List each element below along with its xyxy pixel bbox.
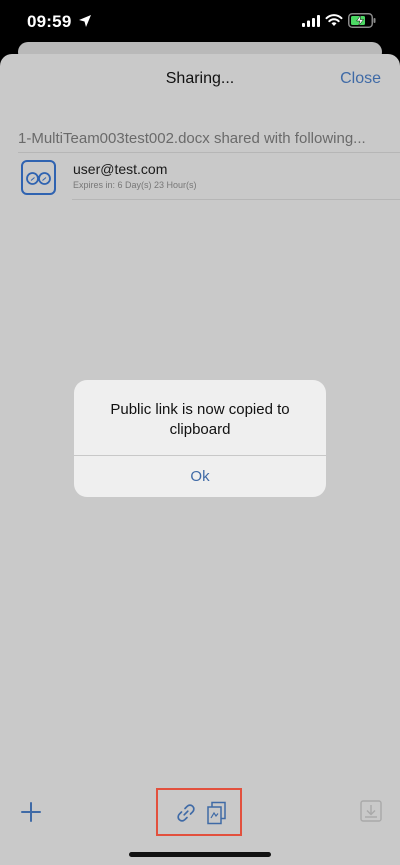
location-arrow-icon: [79, 15, 91, 27]
plus-icon[interactable]: [19, 800, 43, 824]
link-icon[interactable]: [174, 801, 198, 825]
battery-charging-icon: [348, 13, 376, 28]
wifi-icon: [325, 14, 343, 26]
alert-message: Public link is now copied to clipboard: [110, 401, 290, 438]
alert-dialog: Public link is now copied to clipboard O…: [74, 380, 326, 497]
bottom-toolbar: [0, 786, 400, 846]
home-indicator[interactable]: [129, 852, 271, 857]
close-button[interactable]: Close: [340, 70, 381, 88]
status-bar: 09:59: [0, 0, 400, 44]
glasses-icon: [21, 160, 56, 195]
user-expiry: Expires in: 6 Day(s) 23 Hour(s): [73, 180, 197, 190]
user-email: user@test.com: [73, 161, 168, 177]
ok-button[interactable]: Ok: [74, 456, 326, 497]
share-header: 1-MultiTeam003test002.docx shared with f…: [18, 130, 366, 147]
share-actions-highlight: [156, 788, 242, 836]
cellular-signal-icon: [302, 15, 320, 27]
status-time: 09:59: [27, 12, 72, 31]
copy-document-icon[interactable]: [206, 801, 228, 825]
list-item[interactable]: user@test.com Expires in: 6 Day(s) 23 Ho…: [0, 153, 400, 200]
download-icon[interactable]: [360, 800, 382, 822]
divider: [72, 199, 400, 200]
sharing-sheet: Sharing... Close 1-MultiTeam003test002.d…: [0, 54, 400, 865]
